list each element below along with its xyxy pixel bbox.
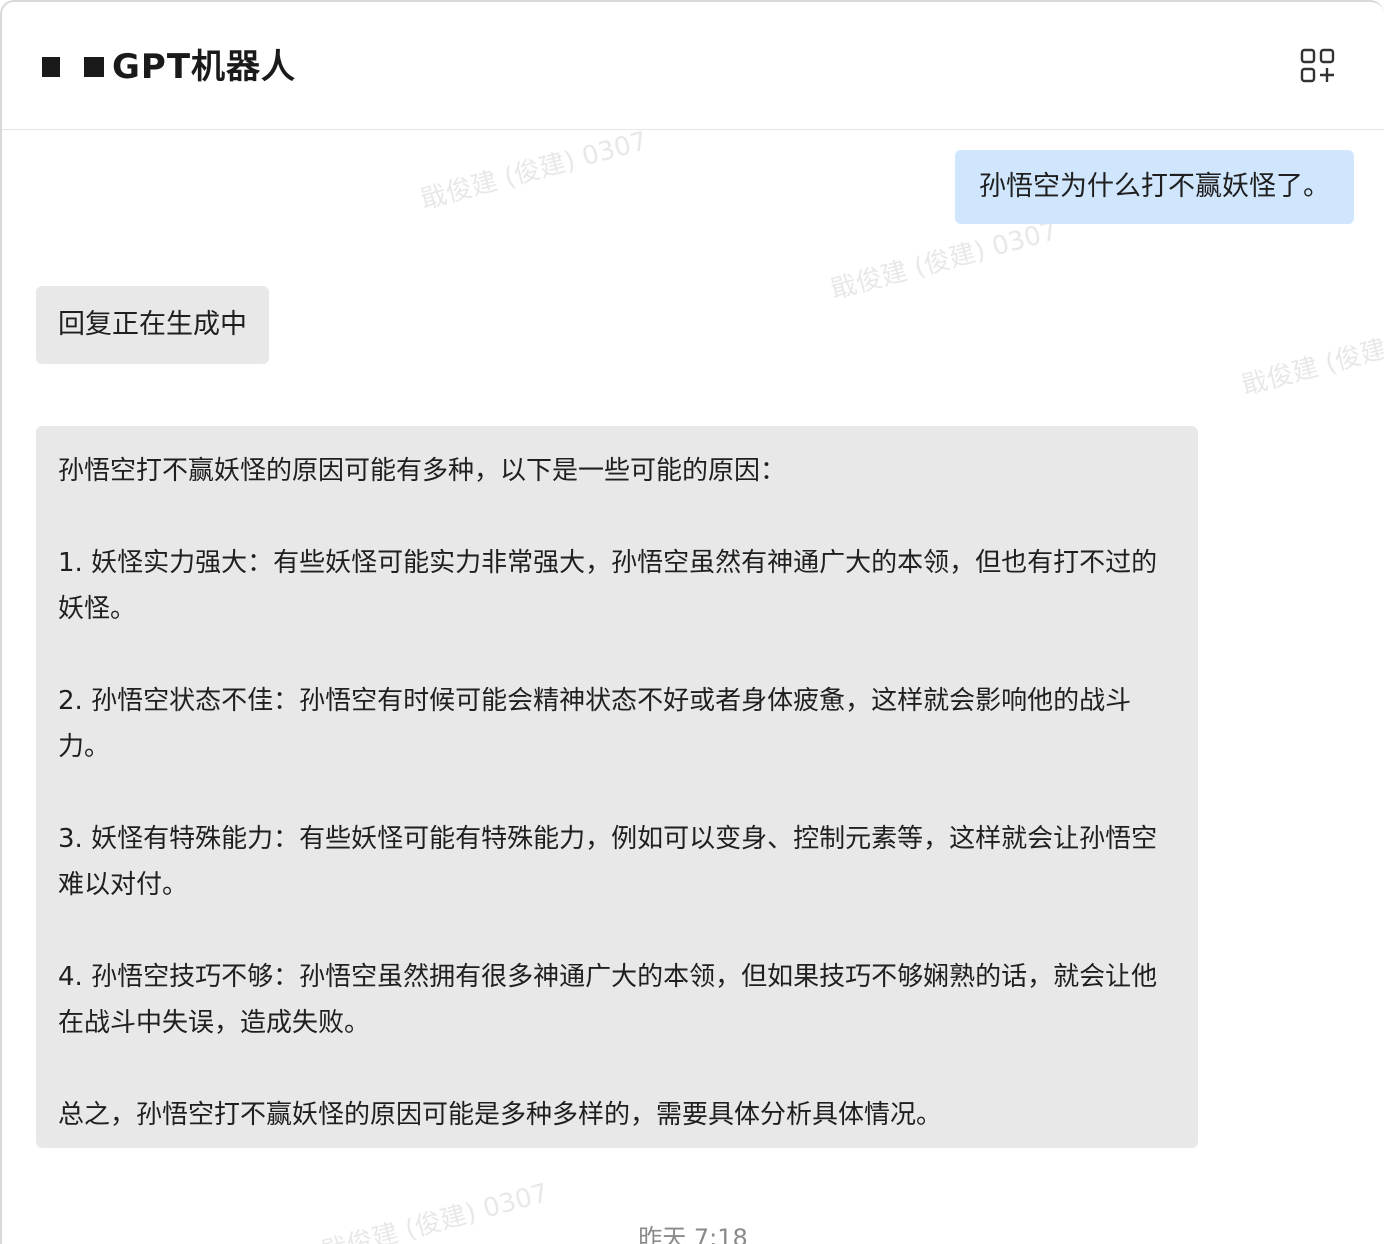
message-timestamp: 昨天 7:18: [638, 1224, 748, 1244]
generating-status-bubble: 回复正在生成中: [36, 286, 269, 364]
chat-header: GPT机器人: [2, 2, 1384, 130]
answer-paragraph: 总之，孙悟空打不赢妖怪的原因可能是多种多样的，需要具体分析具体情况。: [58, 1100, 943, 1130]
chat-title-group: GPT机器人: [42, 44, 296, 90]
chat-window: GPT机器人 戢俊建 (俊建) 0307 戢俊建 (俊建) 0307 戢俊建 (…: [0, 0, 1384, 1244]
chat-title: GPT机器人: [112, 47, 297, 87]
watermark: 戢俊建 (俊建) 0307: [827, 216, 1061, 306]
redacted-block: [84, 57, 104, 77]
bot-answer-bubble[interactable]: 孙悟空打不赢妖怪的原因可能有多种，以下是一些可能的原因： 1. 妖怪实力强大：有…: [36, 426, 1198, 1148]
redacted-block: [42, 57, 60, 77]
answer-paragraph: 4. 孙悟空技巧不够：孙悟空虽然拥有很多神通广大的本领，但如果技巧不够娴熟的话，…: [58, 962, 1158, 1038]
chat-area: 戢俊建 (俊建) 0307 戢俊建 (俊建) 0307 戢俊建 (俊建) 030…: [2, 126, 1384, 1244]
answer-paragraph: 孙悟空打不赢妖怪的原因可能有多种，以下是一些可能的原因：: [58, 456, 787, 486]
apps-add-icon[interactable]: [1300, 48, 1336, 84]
answer-paragraph: 1. 妖怪实力强大：有些妖怪可能实力非常强大，孙悟空虽然有神通广大的本领，但也有…: [58, 548, 1158, 624]
answer-paragraph: 3. 妖怪有特殊能力：有些妖怪可能有特殊能力，例如可以变身、控制元素等，这样就会…: [58, 824, 1158, 900]
watermark: 戢俊建 (俊建) 0307: [417, 126, 651, 216]
user-message-bubble[interactable]: 孙悟空为什么打不赢妖怪了。: [955, 150, 1354, 224]
answer-paragraph: 2. 孙悟空状态不佳：孙悟空有时候可能会精神状态不好或者身体疲惫，这样就会影响他…: [58, 686, 1132, 762]
watermark: 戢俊建 (俊建) 0307: [1238, 312, 1384, 402]
